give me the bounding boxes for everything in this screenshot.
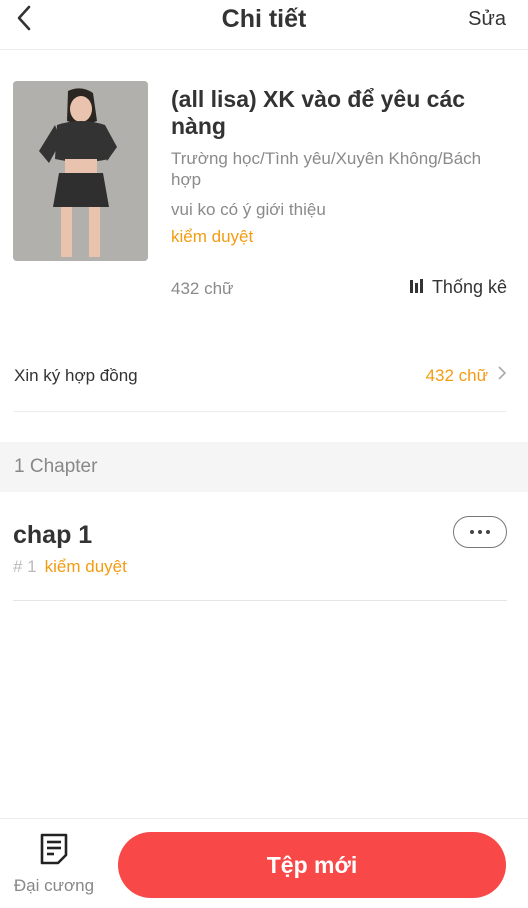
book-cover-image [13,81,148,261]
bar-chart-icon [409,277,424,298]
chevron-right-icon [498,366,507,385]
more-dots-icon [470,530,474,534]
book-status-badge: kiểm duyệt [171,227,254,246]
edit-button[interactable]: Sửa [468,6,506,32]
statistics-label: Thống kê [431,277,507,297]
book-info-card: (all lisa) XK vào để yêu các nàng Trường… [0,51,528,321]
more-dots-icon [478,530,482,534]
document-list-icon [39,833,69,870]
more-dots-icon [486,530,490,534]
statistics-button[interactable]: Thống kê [409,277,507,298]
contract-word-count: 432 chữ [425,365,488,385]
chapter-title: chap 1 [13,521,93,549]
chapter-count-header: 1 Chapter [0,442,528,492]
chapter-list-item[interactable]: chap 1 # 1 kiểm duyệt [13,492,507,601]
contract-request-row[interactable]: Xin ký hợp đồng 432 chữ [14,340,507,412]
book-title: (all lisa) XK vào để yêu các nàng [171,86,466,139]
new-file-button[interactable]: Tệp mới [118,832,506,898]
contract-label: Xin ký hợp đồng [14,365,138,385]
more-options-button[interactable] [453,516,507,548]
bottom-action-bar: Đại cương Tệp mới [0,818,528,908]
page-title: Chi tiết [221,5,307,33]
chapter-meta: # 1 kiểm duyệt [13,556,127,577]
book-description: vui ko có ý giới thiệu [171,200,326,219]
book-genre: Trường học/Tình yêu/Xuyên Không/Bách hợp [171,149,482,189]
book-word-count: 432 chữ [171,279,234,298]
top-nav-bar: Chi tiết Sửa [0,0,528,50]
outline-button[interactable]: Đại cương [6,833,102,899]
chapter-status-badge: kiểm duyệt [44,557,127,576]
chapter-number: # 1 [13,557,37,576]
outline-label: Đại cương [13,876,95,895]
